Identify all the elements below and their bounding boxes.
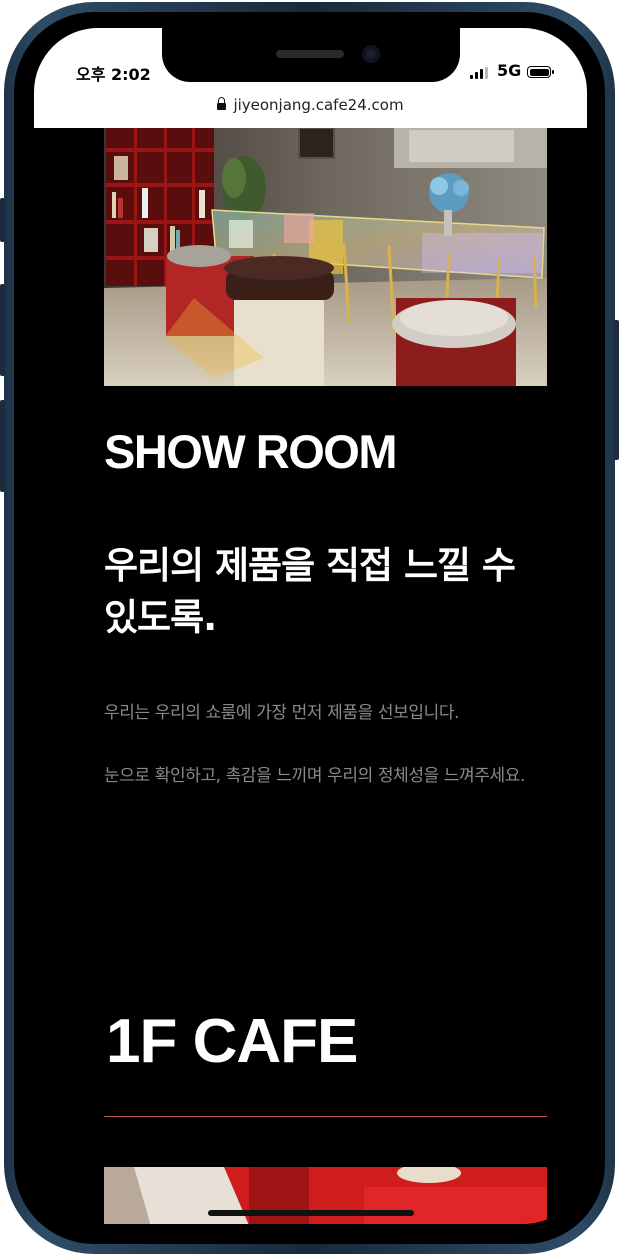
front-camera (362, 45, 380, 63)
speaker (276, 50, 344, 58)
showroom-paragraph-2: 눈으로 확인하고, 촉감을 느끼며 우리의 정체성을 느껴주세요. (104, 766, 526, 786)
status-time: 오후 2:02 (76, 65, 151, 84)
network-type: 5G (497, 61, 522, 80)
showroom-photo (104, 128, 547, 386)
phone-screen: 오후 2:02 5G jiyeonjang.cafe24.com SHOW RO… (34, 28, 587, 1224)
home-indicator[interactable] (208, 1210, 414, 1216)
page-content: SHOW ROOM 우리의 제품을 직접 느낄 수 있도록. 우리는 우리의 쇼… (34, 128, 587, 1224)
browser-url-bar[interactable]: jiyeonjang.cafe24.com (34, 92, 587, 128)
notch (162, 28, 460, 82)
signal-icon (470, 67, 490, 79)
showroom-heading: SHOW ROOM (104, 425, 397, 478)
status-bar: 오후 2:02 5G (34, 28, 587, 92)
url-display[interactable]: jiyeonjang.cafe24.com (34, 96, 587, 114)
mute-switch (0, 198, 5, 242)
battery-icon (527, 66, 554, 78)
volume-up-button (0, 284, 5, 376)
showroom-paragraph-1: 우리는 우리의 쇼룸에 가장 먼저 제품을 선보입니다. (104, 703, 460, 723)
power-button (614, 320, 619, 460)
url-text: jiyeonjang.cafe24.com (233, 96, 404, 114)
showroom-subheading: 우리의 제품을 직접 느낄 수 있도록. (104, 544, 516, 639)
section-divider (104, 1116, 547, 1117)
cafe-heading: 1F CAFE (106, 1007, 358, 1076)
volume-down-button (0, 400, 5, 492)
lock-icon (217, 97, 227, 110)
